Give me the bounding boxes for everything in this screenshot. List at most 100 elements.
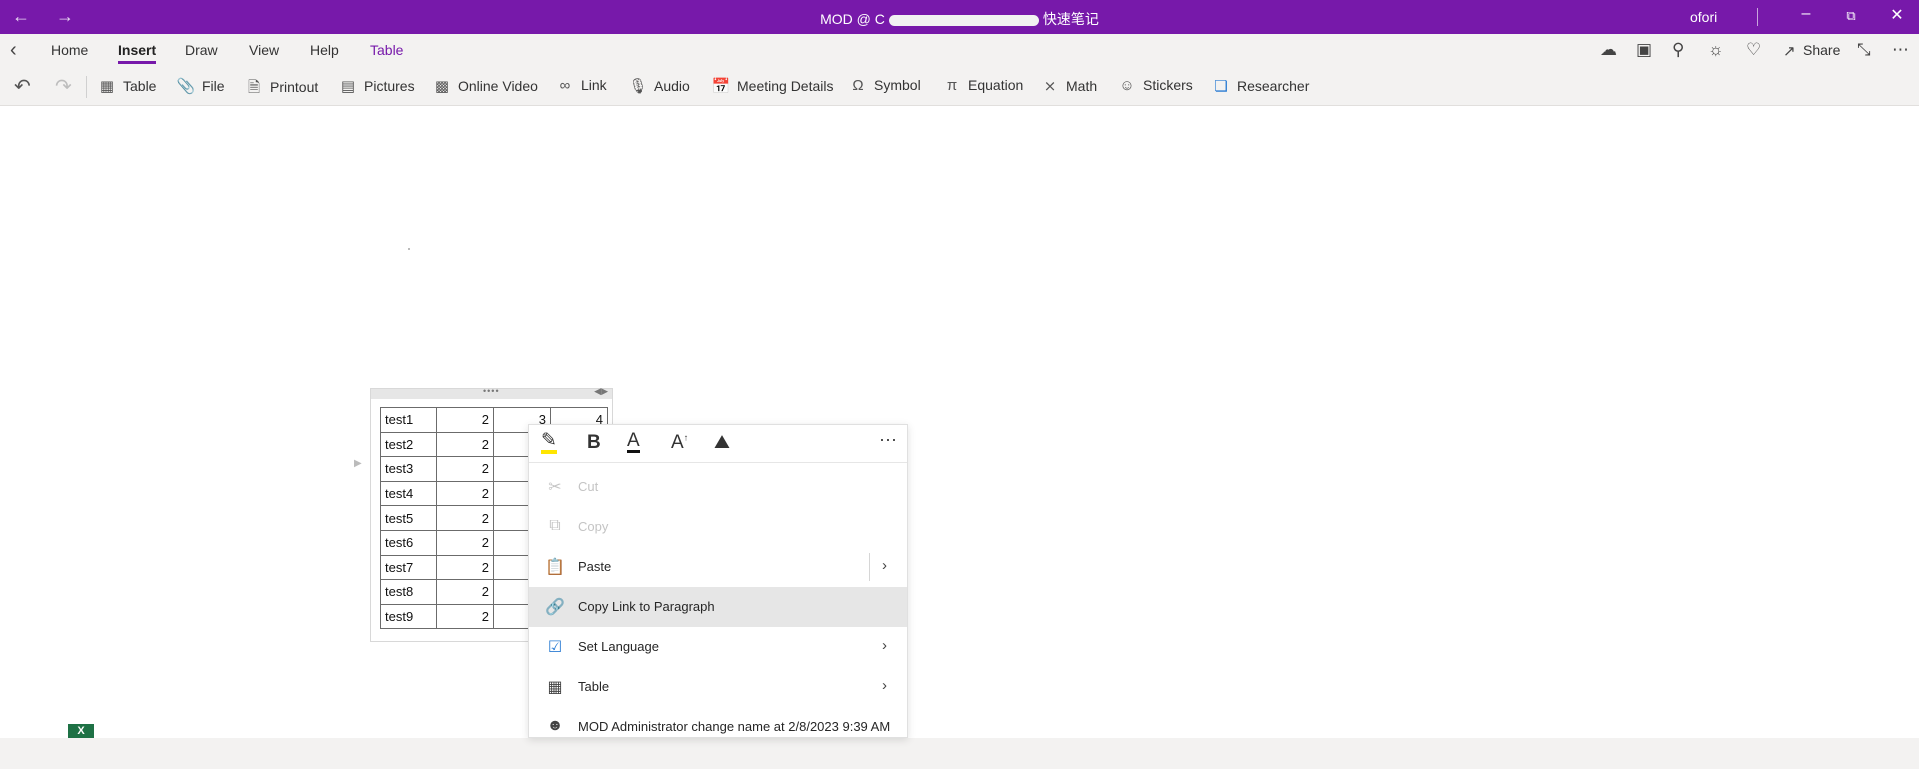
table-cell[interactable]: 2	[436, 407, 494, 433]
excel-file-icon[interactable]: X	[68, 724, 94, 738]
table-cell[interactable]: test9	[380, 603, 437, 630]
copy-icon: ⧉	[549, 517, 561, 534]
chevron-left-icon[interactable]: ‹	[10, 39, 17, 62]
tab-draw[interactable]: Draw	[185, 42, 218, 58]
table-cell[interactable]: test5	[380, 505, 437, 531]
insert-pictures-label: Pictures	[364, 78, 415, 94]
insert-table-button[interactable]: ▦ Table	[97, 77, 157, 95]
menu-item-copy[interactable]: ⧉ Copy	[529, 507, 907, 547]
menu-item-table-label: Table	[578, 679, 610, 694]
lightbulb-icon[interactable]: ☼	[1708, 40, 1724, 60]
table-cell[interactable]: 2	[436, 431, 494, 458]
insert-stickers-label: Stickers	[1143, 77, 1193, 93]
table-cell[interactable]: test6	[380, 529, 437, 556]
notebooks-icon[interactable]: ▣	[1636, 40, 1652, 60]
table-cell[interactable]: test3	[380, 456, 437, 482]
share-button[interactable]: Share	[1803, 42, 1840, 58]
share-icon[interactable]: ↗	[1783, 42, 1796, 60]
tab-help[interactable]: Help	[310, 42, 339, 58]
insert-online-video-button[interactable]: ▩ Online Video	[432, 77, 538, 95]
insert-stickers-button[interactable]: ☺ Stickers	[1117, 77, 1193, 94]
menu-item-paste-label: Paste	[578, 559, 612, 574]
menu-item-paste[interactable]: 📋 Paste ›	[529, 547, 907, 587]
font-size-sup: ↑	[683, 432, 689, 443]
table-cell[interactable]: 2	[436, 505, 494, 531]
user-name[interactable]: ofori	[1690, 9, 1717, 25]
tab-view[interactable]: View	[249, 42, 279, 58]
insert-symbol-label: Symbol	[874, 77, 921, 93]
table-cell[interactable]: test4	[380, 480, 437, 507]
researcher-button[interactable]: ❏ Researcher	[1211, 77, 1309, 95]
insert-printout-button[interactable]: 🗎 Printout	[244, 77, 318, 102]
undo-icon[interactable]: ↶	[14, 74, 31, 99]
table-cell[interactable]: 2	[436, 554, 494, 581]
table-icon: ▦	[547, 679, 563, 696]
table-cell[interactable]: 2	[436, 529, 494, 556]
menu-item-cut[interactable]: ✂ Cut	[529, 467, 907, 507]
insert-file-button[interactable]: 📎 File	[176, 77, 225, 95]
context-menu: ✎ B A A↑ ⛰ ··· ✂ Cut ⧉ Copy 📋 Paste › 🔗 …	[528, 424, 908, 738]
font-size-button[interactable]: A↑	[671, 432, 688, 454]
insert-link-button[interactable]: ∞ Link	[555, 77, 607, 94]
minimize-icon[interactable]: –	[1791, 5, 1821, 23]
table-cell[interactable]: test8	[380, 579, 437, 605]
resize-arrows-icon[interactable]: ◀▶	[594, 386, 608, 397]
insert-audio-button[interactable]: 🎙 Audio	[628, 77, 689, 95]
table-cell[interactable]: test7	[380, 554, 437, 581]
restore-icon[interactable]: ⧉	[1836, 8, 1866, 24]
search-icon[interactable]: ⚲	[1672, 40, 1684, 60]
table-cell[interactable]: test2	[380, 431, 437, 458]
insert-link-label: Link	[581, 77, 607, 93]
tab-insert[interactable]: Insert	[118, 42, 157, 64]
ribbon-divider	[86, 76, 87, 98]
tab-home[interactable]: Home	[51, 42, 88, 58]
chevron-right-icon: ›	[882, 677, 887, 694]
table-cell[interactable]: 2	[436, 603, 494, 630]
paperclip-icon: 📎	[176, 78, 196, 95]
bottom-strip	[0, 738, 1919, 769]
highlighter-icon[interactable]: ✎	[541, 431, 557, 454]
table-cell[interactable]: test1	[380, 407, 437, 433]
font-color-button[interactable]: A	[627, 431, 640, 453]
cursor-dot	[408, 248, 410, 250]
menu-item-table[interactable]: ▦ Table ›	[529, 667, 907, 707]
insert-meeting-details-button[interactable]: 📅 Meeting Details	[711, 77, 834, 95]
menu-item-author-info: ☻ MOD Administrator change name at 2/8/2…	[529, 707, 907, 737]
more-options-button[interactable]: ···	[879, 429, 897, 450]
insert-equation-button[interactable]: π Equation	[942, 77, 1023, 94]
table-move-handle[interactable]: •••• ◀▶	[371, 386, 612, 399]
bold-button[interactable]: B	[587, 432, 601, 454]
redo-icon[interactable]: ↷	[55, 74, 72, 99]
picture-icon: ▤	[340, 78, 356, 95]
title-prefix: MOD @ C	[820, 11, 885, 27]
chevron-right-icon[interactable]: ›	[882, 557, 887, 574]
note-canvas[interactable]	[0, 106, 1919, 738]
menu-item-set-language[interactable]: ☑ Set Language ›	[529, 627, 907, 667]
person-icon: ☻	[546, 717, 564, 734]
math-icon: ⨯	[1043, 78, 1057, 95]
tab-table[interactable]: Table	[370, 42, 403, 58]
paragraph-handle-icon[interactable]: ▶	[354, 458, 362, 469]
insert-math-button[interactable]: ⨯ Math	[1040, 77, 1097, 95]
link-document-icon: 🔗	[545, 599, 565, 616]
insert-online-video-label: Online Video	[458, 78, 538, 94]
video-icon: ▩	[434, 78, 450, 95]
pi-icon: π	[946, 77, 958, 94]
mini-toolbar: ✎ B A A↑ ⛰ ···	[529, 425, 907, 463]
font-size-label: A	[671, 432, 684, 453]
table-cell[interactable]: 2	[436, 480, 494, 507]
bell-icon[interactable]: ♡	[1746, 40, 1761, 60]
title-bar: ← → MOD @ C 快速笔记 ofori – ⧉ ✕	[0, 0, 1919, 34]
title-separator	[1757, 8, 1758, 26]
expand-icon[interactable]: ⤡	[1857, 40, 1871, 60]
more-options-icon[interactable]: ⋯	[1892, 40, 1909, 60]
menu-item-copy-link[interactable]: 🔗 Copy Link to Paragraph	[529, 587, 907, 627]
insert-pictures-button[interactable]: ▤ Pictures	[338, 77, 415, 95]
calendar-icon: 📅	[711, 78, 731, 95]
sync-status-icon[interactable]: ☁	[1600, 40, 1617, 60]
table-cell[interactable]: 2	[436, 456, 494, 482]
table-cell[interactable]: 2	[436, 579, 494, 605]
close-icon[interactable]: ✕	[1882, 5, 1912, 25]
insert-symbol-button[interactable]: Ω Symbol	[848, 77, 921, 94]
format-painter-icon[interactable]: ⛰	[714, 432, 730, 454]
